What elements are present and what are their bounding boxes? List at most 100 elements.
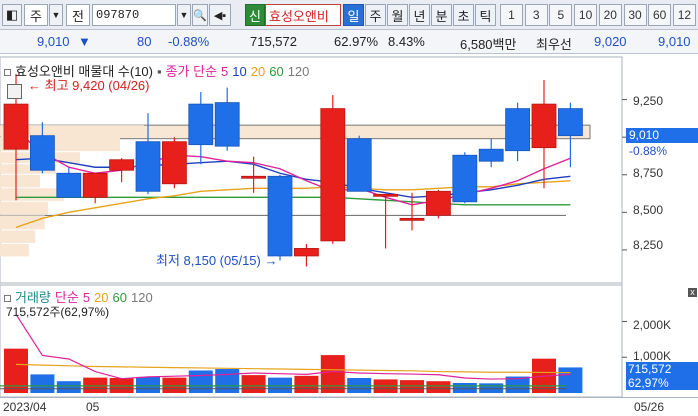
market-label: 주: [30, 8, 42, 24]
low-price-text: 최저 8,150 (05/15): [156, 253, 261, 268]
interval-tab-1[interactable]: 3: [524, 4, 548, 26]
volume-bar-7: [188, 370, 213, 393]
volume-info: 715,572주(62,97%): [6, 305, 110, 319]
window-icon[interactable]: ◧: [2, 4, 22, 26]
period-tab-1[interactable]: 주: [365, 4, 386, 26]
interval-tab-5[interactable]: 30: [623, 4, 647, 26]
volume-bar-16: [426, 381, 451, 393]
price-tick-8250: 8,250: [633, 238, 664, 252]
candle-body-8: [214, 102, 240, 147]
ask-label: 최우선: [536, 37, 572, 52]
stock-name-label: 효성오앤비: [269, 8, 329, 24]
turnover-rate: 8.43%: [388, 34, 425, 49]
candle-body-11: [293, 248, 319, 257]
high-price-text: 최고 9,420 (04/26): [44, 78, 150, 93]
credit-tag: 신: [245, 4, 265, 26]
price-tick-8500: 8,500: [633, 203, 664, 217]
close-icon[interactable]: x: [688, 288, 697, 297]
period-tab-4[interactable]: 분: [431, 4, 452, 26]
candle-body-1: [29, 135, 55, 171]
volume-profile-bar-7: [0, 215, 45, 230]
type-label: 전: [72, 8, 84, 24]
market-select[interactable]: 주: [24, 4, 48, 26]
code-dropdown-icon[interactable]: ▼: [177, 4, 191, 26]
candle-body-12: [320, 108, 346, 242]
candle-body-14: [373, 193, 399, 197]
ma20-label: 20: [250, 64, 266, 79]
candle-body-15: [399, 217, 425, 221]
current-price: 9,010: [37, 34, 70, 49]
search-icon[interactable]: 🔍: [192, 4, 208, 26]
volume-profile-bar-5: [0, 188, 64, 201]
interval-tab-0[interactable]: 1: [500, 4, 523, 26]
x-axis: 2023/04 05 05/26: [0, 397, 698, 416]
ma-label: 종가 단순: [165, 64, 218, 79]
volume-tick-1000k: 1,000K: [633, 349, 672, 363]
grid-icon[interactable]: [7, 84, 22, 99]
x-label-start: 2023/04: [3, 400, 47, 414]
candle-body-16: [425, 190, 451, 216]
period-tab-6[interactable]: 틱: [475, 4, 496, 26]
candle-body-3: [82, 172, 108, 198]
price-change: 80: [137, 34, 152, 49]
bid-price: 9,010: [658, 34, 691, 49]
candle-body-21: [558, 108, 583, 137]
speaker-icon[interactable]: ◀▪: [209, 4, 231, 26]
period-tab-5[interactable]: 초: [453, 4, 474, 26]
vol-ma60-label: 60: [112, 290, 127, 305]
volume-ratio: 62.97%: [334, 34, 379, 49]
stock-name: 효성오앤비: [265, 4, 341, 26]
interval-tab-7[interactable]: 12: [672, 4, 696, 26]
period-tab-0[interactable]: 일: [343, 4, 364, 26]
volume-profile-bar-4: [0, 174, 40, 188]
candle-body-4: [109, 159, 134, 171]
price-panel-checkbox[interactable]: [4, 69, 11, 77]
candle-body-19: [505, 108, 531, 152]
candle-body-10: [267, 175, 293, 257]
volume-panel-checkbox[interactable]: [4, 295, 11, 303]
candle-body-5: [135, 141, 161, 192]
volume-bar-15: [400, 380, 424, 393]
quote-strip: 9,010 ▼ 80 -0.88% 715,572 62.97% 8.43% 6…: [0, 30, 698, 54]
period-tab-3[interactable]: 년: [409, 4, 430, 26]
volume-bar-2: [56, 381, 81, 393]
candle-body-0: [3, 103, 29, 150]
chevron-down-icon[interactable]: ▼: [49, 4, 63, 26]
volume-tick-2000k: 2,000K: [633, 318, 672, 332]
type-select[interactable]: 전: [66, 4, 90, 26]
period-tab-2[interactable]: 월: [387, 4, 408, 26]
current-price-tag: 9,010: [626, 128, 698, 143]
toolbar: ◧ 주 ▼ 전 097870 ▼ 🔍 ◀▪ 신 효성오앤비 일주월년분초틱 13…: [0, 0, 698, 30]
ma10-label: 10: [232, 64, 247, 79]
volume-bar-12: [320, 355, 345, 393]
chart-area[interactable]: [0, 55, 698, 416]
candle-body-2: [56, 172, 82, 198]
down-arrow-icon: ▼: [78, 34, 91, 49]
candle-body-9: [241, 175, 267, 179]
price-change-pct: -0.88%: [168, 34, 210, 49]
low-price-note: 최저 8,150 (05/15) →: [156, 250, 278, 269]
candle-body-6: [161, 141, 187, 185]
volume-profile-bar-8: [0, 230, 36, 243]
interval-tab-2[interactable]: 5: [549, 4, 573, 26]
ask-price: 9,020: [594, 34, 627, 49]
candle-body-18: [478, 148, 504, 162]
interval-tab-4[interactable]: 20: [598, 4, 622, 26]
candle-body-7: [188, 103, 214, 146]
legend-separator: ▪: [156, 64, 162, 79]
high-price-note: ← 최고 9,420 (04/26): [28, 75, 150, 94]
volume-value: 715,572: [250, 34, 297, 49]
trade-amount: 6,580백만: [460, 37, 517, 52]
price-tick-8750: 8,750: [633, 166, 664, 180]
current-volume-ratio-tag: 62,97%: [626, 376, 698, 390]
volume-bar-11: [294, 375, 319, 393]
interval-tab-3[interactable]: 10: [574, 4, 598, 26]
x-label-month: 05: [86, 400, 100, 414]
stock-code-input[interactable]: 097870: [92, 4, 176, 26]
right-arrow-icon: →: [260, 253, 278, 268]
price-tick-9250: 9,250: [633, 94, 664, 108]
volume-bar-18: [479, 383, 504, 393]
interval-tab-6[interactable]: 60: [648, 4, 672, 26]
current-pct-tag: -0.88%: [629, 144, 668, 158]
vol-ma120-label: 120: [130, 290, 153, 305]
